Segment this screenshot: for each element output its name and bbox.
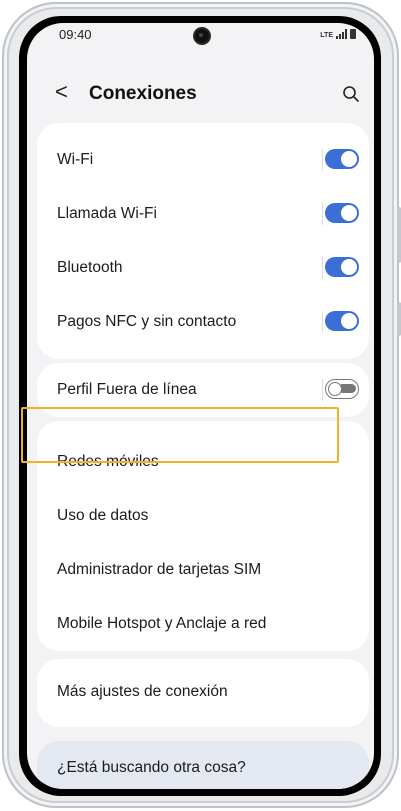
hotspot-row[interactable]: Mobile Hotspot y Anclaje a red <box>37 597 369 651</box>
volume-button <box>397 207 401 263</box>
screen: 09:40 LTE < Conexiones Wi-Fi Llamada Wi-… <box>27 23 374 789</box>
divider <box>322 149 323 171</box>
wifi-calling-label: Llamada Wi-Fi <box>57 205 157 222</box>
bluetooth-label: Bluetooth <box>57 259 123 276</box>
nfc-label: Pagos NFC y sin contacto <box>57 313 237 330</box>
back-icon[interactable]: < <box>55 79 68 105</box>
divider <box>322 257 323 279</box>
connections-group: Wi-Fi Llamada Wi-Fi Bluetooth Pagos NFC … <box>37 123 369 359</box>
app-header: < Conexiones <box>27 77 374 113</box>
sim-manager-row[interactable]: Administrador de tarjetas SIM <box>37 543 369 597</box>
nfc-toggle[interactable] <box>325 311 359 331</box>
airplane-mode-toggle[interactable] <box>325 379 359 399</box>
wifi-calling-toggle[interactable] <box>325 203 359 223</box>
battery-icon <box>350 29 356 39</box>
divider <box>322 311 323 333</box>
highlight-box <box>21 407 339 463</box>
wifi-row[interactable]: Wi-Fi <box>37 133 369 187</box>
system-icons: LTE <box>320 29 356 39</box>
signal-icon <box>336 29 347 39</box>
more-settings-group: Más ajustes de conexión <box>37 659 369 727</box>
more-settings-row[interactable]: Más ajustes de conexión <box>37 665 369 719</box>
power-button <box>397 302 401 336</box>
more-settings-label: Más ajustes de conexión <box>57 683 228 700</box>
search-icon[interactable] <box>342 85 360 103</box>
data-usage-row[interactable]: Uso de datos <box>37 489 369 543</box>
sim-manager-label: Administrador de tarjetas SIM <box>57 561 262 578</box>
suggestion-label: ¿Está buscando otra cosa? <box>57 759 246 776</box>
lte-label: LTE <box>320 32 333 39</box>
bluetooth-row[interactable]: Bluetooth <box>37 241 369 295</box>
front-camera <box>195 29 209 43</box>
page-title: Conexiones <box>89 83 197 104</box>
hotspot-label: Mobile Hotspot y Anclaje a red <box>57 615 267 632</box>
wifi-label: Wi-Fi <box>57 151 94 168</box>
data-usage-label: Uso de datos <box>57 507 149 524</box>
divider <box>322 203 323 225</box>
airplane-mode-label: Perfil Fuera de línea <box>57 381 197 398</box>
phone-frame: 09:40 LTE < Conexiones Wi-Fi Llamada Wi-… <box>2 2 401 808</box>
status-bar: 09:40 LTE <box>27 23 374 53</box>
nfc-row[interactable]: Pagos NFC y sin contacto <box>37 295 369 349</box>
suggestion-card[interactable]: ¿Está buscando otra cosa? <box>37 741 369 789</box>
wifi-toggle[interactable] <box>325 149 359 169</box>
bluetooth-toggle[interactable] <box>325 257 359 277</box>
wifi-calling-row[interactable]: Llamada Wi-Fi <box>37 187 369 241</box>
status-time: 09:40 <box>59 27 92 42</box>
divider <box>322 379 323 401</box>
